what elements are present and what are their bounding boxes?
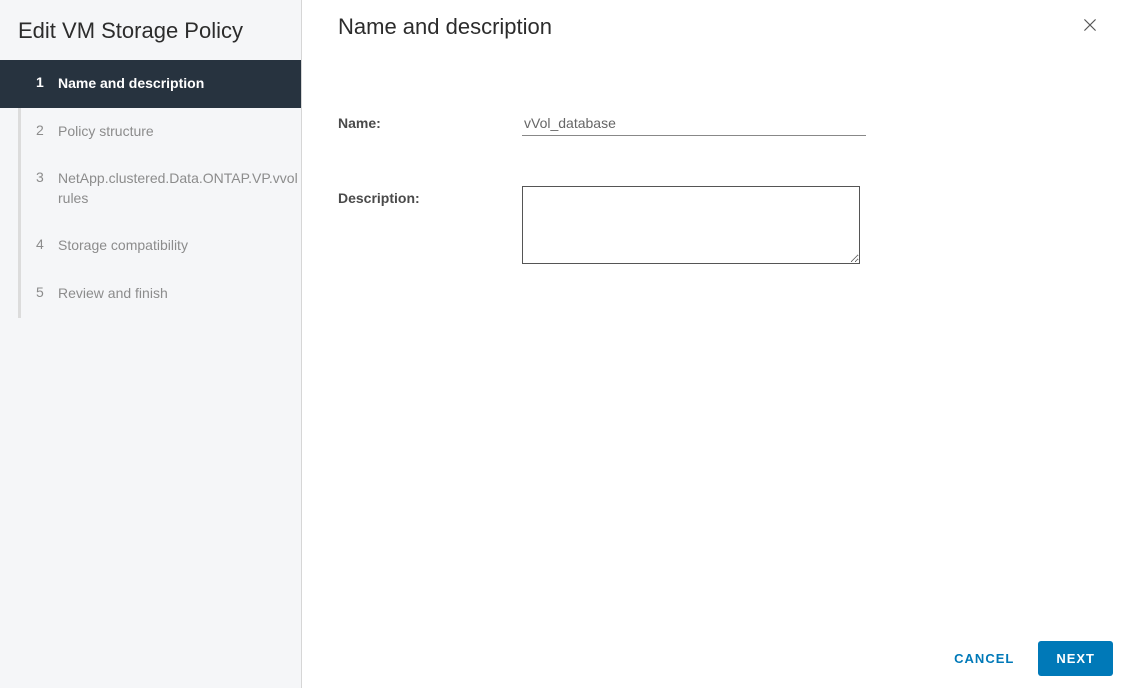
close-icon xyxy=(1081,16,1099,34)
cancel-button[interactable]: CANCEL xyxy=(950,643,1018,674)
panel-title: Name and description xyxy=(338,14,552,40)
step-netapp-vvol-rules[interactable]: 3 NetApp.clustered.Data.ONTAP.VP.vvol ru… xyxy=(0,155,301,222)
main-panel: Name and description Name: Description: … xyxy=(302,0,1127,688)
step-label: NetApp.clustered.Data.ONTAP.VP.vvol rule… xyxy=(58,169,298,208)
close-button[interactable] xyxy=(1077,12,1103,41)
step-number: 5 xyxy=(36,284,54,300)
step-label: Storage compatibility xyxy=(58,236,188,256)
step-number: 1 xyxy=(36,74,54,90)
wizard-title: Edit VM Storage Policy xyxy=(0,18,301,60)
wizard-steps: 1 Name and description 2 Policy structur… xyxy=(0,60,301,318)
main-header: Name and description xyxy=(302,0,1127,41)
name-label: Name: xyxy=(338,111,522,131)
step-number: 3 xyxy=(36,169,54,185)
description-textarea[interactable] xyxy=(522,186,860,264)
form-row-description: Description: xyxy=(338,186,1091,264)
step-label: Name and description xyxy=(58,74,204,94)
form-row-name: Name: xyxy=(338,111,1091,136)
step-number: 2 xyxy=(36,122,54,138)
wizard-footer: CANCEL NEXT xyxy=(302,629,1127,688)
step-label: Review and finish xyxy=(58,284,168,304)
next-button[interactable]: NEXT xyxy=(1038,641,1113,676)
step-storage-compatibility[interactable]: 4 Storage compatibility xyxy=(0,222,301,270)
step-label: Policy structure xyxy=(58,122,154,142)
step-policy-structure[interactable]: 2 Policy structure xyxy=(0,108,301,156)
name-input[interactable] xyxy=(522,111,866,136)
wizard-sidebar: Edit VM Storage Policy 1 Name and descri… xyxy=(0,0,302,688)
description-label: Description: xyxy=(338,186,522,206)
step-number: 4 xyxy=(36,236,54,252)
step-name-and-description[interactable]: 1 Name and description xyxy=(0,60,301,108)
form-area: Name: Description: xyxy=(302,41,1127,629)
step-review-and-finish[interactable]: 5 Review and finish xyxy=(0,270,301,318)
